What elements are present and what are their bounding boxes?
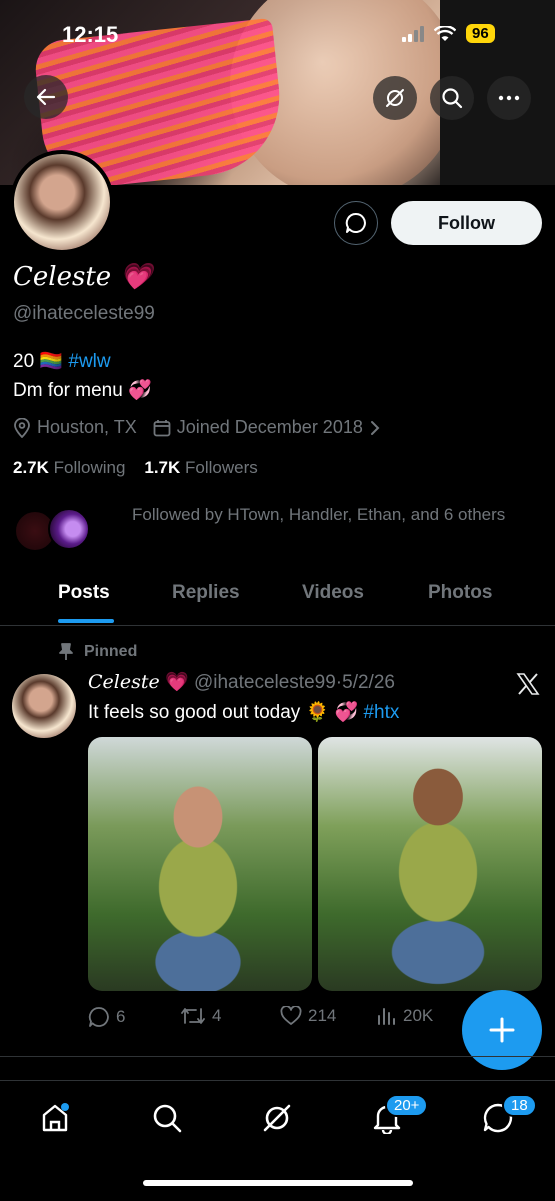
nav-home[interactable] <box>35 1098 75 1138</box>
repost-count: 4 <box>212 1006 222 1025</box>
follow-button[interactable]: Follow <box>391 201 542 245</box>
repost-button[interactable]: 4 <box>180 1006 221 1026</box>
calendar-icon <box>153 419 171 436</box>
plus-icon <box>489 1017 515 1043</box>
post-hashtag-link[interactable]: #htx <box>363 702 399 723</box>
follower-avatar-2 <box>48 508 90 550</box>
signal-icon <box>402 25 424 42</box>
bio-line-1: 20 🏳️‍🌈 #wlw <box>13 349 111 373</box>
profile-name-text: Celeste <box>13 262 112 292</box>
bio-age: 20 <box>13 351 40 372</box>
notifications-badge: 20+ <box>385 1094 429 1117</box>
post-emoji: 🌻 💞 <box>305 702 359 723</box>
repost-icon <box>181 1008 205 1024</box>
bio-line-2: Dm for menu 💞 <box>13 378 152 402</box>
bio-emoji: 💞 <box>128 380 152 401</box>
followers-link[interactable]: 1.7K Followers <box>144 458 257 477</box>
wifi-icon <box>434 25 456 41</box>
pin-icon <box>59 643 73 660</box>
tab-photos[interactable]: Photos <box>428 582 492 604</box>
profile-meta: Houston, TX Joined December 2018 <box>13 417 381 438</box>
post-image-1[interactable] <box>88 737 312 991</box>
post-author-avatar[interactable] <box>12 674 76 738</box>
view-count: 20K <box>403 1006 434 1025</box>
tabs-divider <box>0 625 555 626</box>
post-text: It feels so good out today 🌻 💞 #htx <box>88 700 399 724</box>
nav-search[interactable] <box>147 1098 187 1138</box>
status-icons: 96 <box>402 24 495 43</box>
following-link[interactable]: 2.7K Following <box>13 458 125 477</box>
reply-button[interactable]: 6 <box>88 1006 125 1028</box>
grok-icon <box>386 89 404 107</box>
search-icon <box>153 1104 182 1133</box>
profile-handle: @ihateceleste99 <box>13 303 155 324</box>
tab-posts[interactable]: Posts <box>58 582 110 604</box>
status-time: 12:15 <box>62 22 119 47</box>
bio-text: Dm for menu <box>13 380 123 401</box>
post-date[interactable]: 5/2/26 <box>342 672 395 693</box>
back-button[interactable] <box>24 75 68 119</box>
compose-post-button[interactable] <box>462 990 542 1070</box>
search-button[interactable] <box>430 76 474 120</box>
rainbow-flag-icon: 🏳️‍🌈 <box>39 351 64 372</box>
pinned-label: Pinned <box>58 643 137 661</box>
message-bubble-icon <box>345 212 366 233</box>
profile-name-emoji: 💗 <box>119 262 152 292</box>
heart-icon <box>280 1006 302 1025</box>
home-icon <box>42 1103 69 1132</box>
profile-location: Houston, TX <box>37 417 137 437</box>
post-header: Celeste 💗 @ihateceleste99·5/2/26 <box>88 670 395 694</box>
follow-counts: 2.7K Following 1.7K Followers <box>13 458 258 478</box>
message-button[interactable] <box>334 201 378 245</box>
more-options-button[interactable] <box>487 76 531 120</box>
profile-name: Celeste 💗 <box>13 262 152 292</box>
nav-grok[interactable] <box>257 1098 297 1138</box>
profile-avatar[interactable] <box>10 150 114 254</box>
grok-icon <box>263 1104 291 1132</box>
post-author-emoji: 💗 <box>165 672 189 693</box>
grok-button[interactable] <box>373 76 417 120</box>
views-button[interactable]: 20K <box>377 1006 433 1026</box>
location-pin-icon <box>14 417 30 438</box>
more-dots-icon <box>498 95 520 101</box>
chevron-right-icon[interactable] <box>369 420 381 436</box>
post-author-name[interactable]: Celeste <box>88 671 160 693</box>
tab-videos[interactable]: Videos <box>302 582 364 604</box>
following-count: 2.7K <box>13 458 49 477</box>
bio-hashtag-link[interactable]: #wlw <box>68 351 110 372</box>
like-button[interactable]: 214 <box>280 1006 336 1026</box>
battery-indicator: 96 <box>466 24 495 43</box>
x-logo-icon <box>516 673 540 695</box>
reply-count: 6 <box>116 1007 126 1026</box>
search-icon <box>442 88 463 109</box>
tab-replies[interactable]: Replies <box>172 582 240 604</box>
home-indicator <box>143 1180 413 1186</box>
following-label: Following <box>53 458 126 477</box>
reply-icon <box>88 1007 109 1027</box>
post-divider <box>0 1056 555 1057</box>
post-image-2[interactable] <box>318 737 542 991</box>
followed-by-text[interactable]: Followed by HTown, Handler, Ethan, and 6… <box>132 502 532 528</box>
profile-joined-date[interactable]: Joined December 2018 <box>177 417 363 438</box>
followers-count: 1.7K <box>144 458 181 477</box>
followers-label: Followers <box>185 458 258 477</box>
back-arrow-icon <box>36 88 56 106</box>
pinned-text: Pinned <box>84 643 138 660</box>
active-tab-indicator <box>58 619 114 623</box>
messages-badge: 18 <box>502 1094 537 1117</box>
post-author-handle[interactable]: @ihateceleste99 <box>194 672 336 693</box>
post-body: It feels so good out today <box>88 702 301 723</box>
views-bar-chart-icon <box>378 1008 395 1025</box>
like-count: 214 <box>308 1006 337 1025</box>
